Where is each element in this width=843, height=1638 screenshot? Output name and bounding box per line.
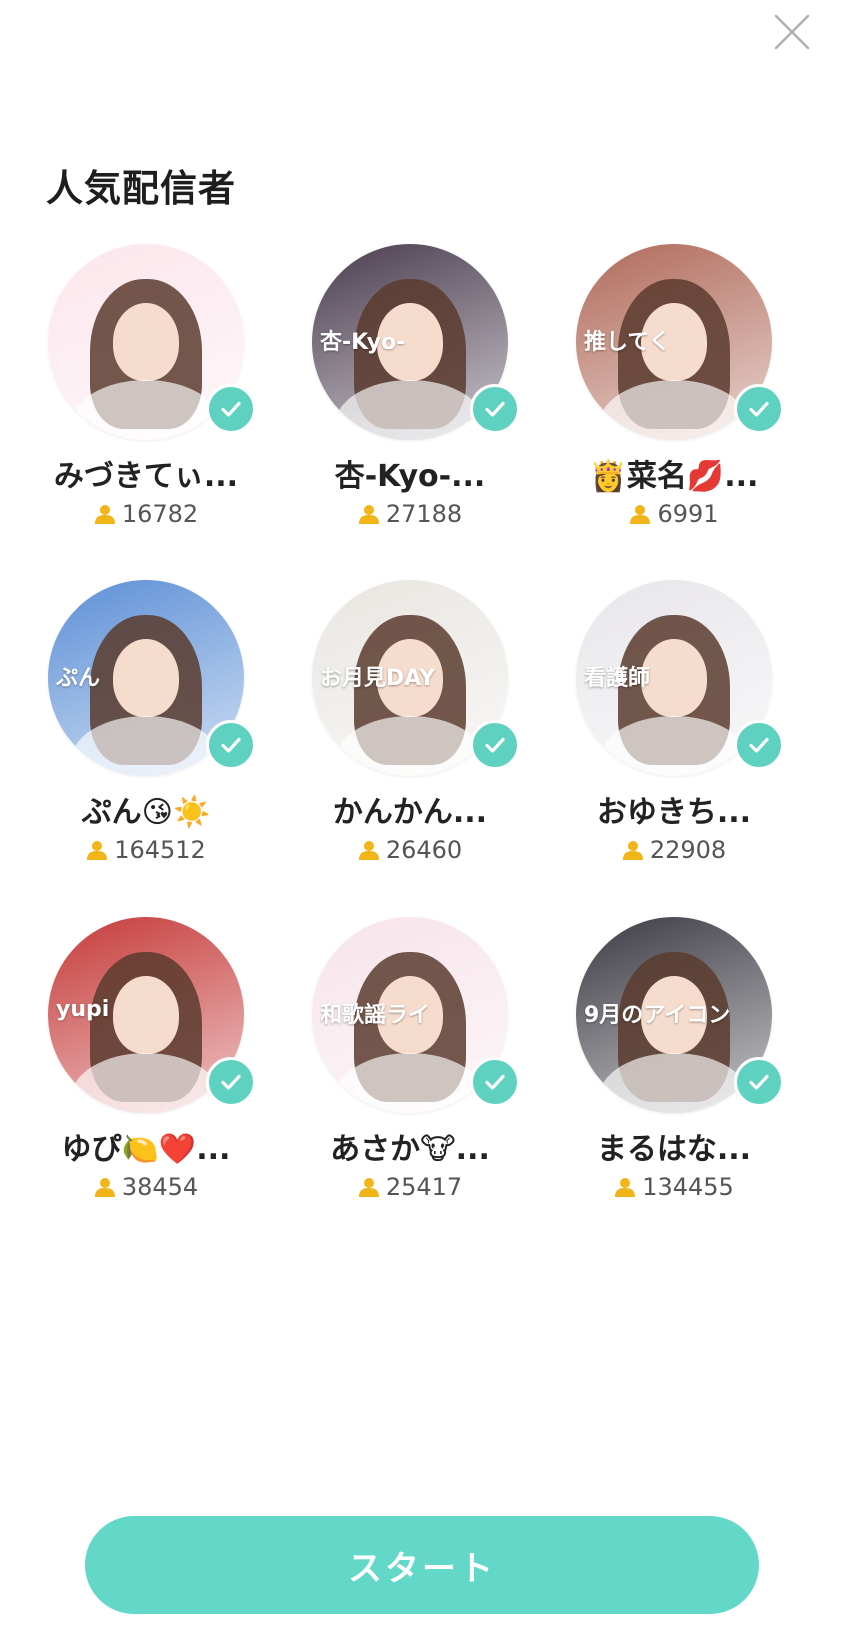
user-icon	[614, 1175, 636, 1197]
follower-count-value: 134455	[642, 1173, 734, 1201]
follower-count: 38454	[0, 1173, 292, 1201]
check-icon	[218, 1069, 244, 1095]
follower-count: 27188	[264, 500, 556, 528]
avatar-caption: 看護師	[584, 666, 651, 691]
close-button[interactable]	[770, 10, 814, 54]
avatar-caption: 推してく	[584, 330, 671, 355]
follower-count-value: 6991	[657, 500, 719, 528]
avatar-caption: ぷん	[56, 666, 101, 691]
start-button[interactable]: スタート	[85, 1516, 759, 1614]
follower-count: 6991	[528, 500, 820, 528]
streamer-name: まるはな...	[596, 1132, 752, 1167]
streamer-card[interactable]: 看護師おゆきち... 22908	[528, 580, 808, 880]
streamer-name: ぷん😘☀️	[81, 795, 211, 830]
avatar-caption: 9月のアイコン	[584, 1003, 731, 1028]
user-icon	[86, 838, 108, 860]
user-icon	[94, 1175, 116, 1197]
follower-count-value: 164512	[114, 836, 206, 864]
streamer-card[interactable]: みづきてぃ... 16782	[0, 244, 280, 544]
avatar-face-shape	[113, 302, 179, 381]
avatar-caption: お月見DAY	[320, 666, 436, 691]
page-title: 人気配信者	[46, 167, 236, 210]
selected-check-badge[interactable]	[206, 384, 256, 434]
check-icon	[482, 396, 508, 422]
check-icon	[482, 1069, 508, 1095]
streamer-name: あさか🐮...	[330, 1132, 490, 1167]
follower-count-value: 22908	[649, 836, 727, 864]
streamer-card[interactable]: ぷんぷん😘☀️ 164512	[0, 580, 280, 880]
selected-check-badge[interactable]	[470, 720, 520, 770]
user-icon	[94, 502, 116, 524]
selected-check-badge[interactable]	[206, 1057, 256, 1107]
follower-count-value: 25417	[385, 1173, 463, 1201]
follower-count: 134455	[528, 1173, 820, 1201]
check-icon	[218, 396, 244, 422]
avatar-caption: 和歌謡ライ	[320, 1003, 431, 1028]
follower-count-value: 38454	[121, 1173, 199, 1201]
streamer-card[interactable]: yupi ゆぴ🍋❤️... 38454	[0, 917, 280, 1217]
close-icon	[774, 14, 810, 50]
streamer-card[interactable]: 和歌謡ライあさか🐮... 25417	[264, 917, 544, 1217]
avatar-caption: 杏-Kyo-	[320, 330, 406, 355]
check-icon	[218, 732, 244, 758]
follower-count: 164512	[0, 836, 292, 864]
streamer-name: かんかん...	[332, 795, 488, 830]
selected-check-badge[interactable]	[734, 384, 784, 434]
check-icon	[746, 1069, 772, 1095]
streamer-name: ゆぴ🍋❤️...	[61, 1132, 231, 1167]
selected-check-badge[interactable]	[470, 1057, 520, 1107]
check-icon	[746, 732, 772, 758]
follower-count: 22908	[528, 836, 820, 864]
streamer-name: おゆきち...	[596, 795, 752, 830]
follower-count-value: 16782	[121, 500, 199, 528]
user-icon	[622, 838, 644, 860]
streamer-card[interactable]: 9月のアイコンまるはな... 134455	[528, 917, 808, 1217]
selected-check-badge[interactable]	[470, 384, 520, 434]
streamer-name: 杏-Kyo-...	[334, 459, 486, 494]
selected-check-badge[interactable]	[734, 1057, 784, 1107]
user-icon	[629, 502, 651, 524]
follower-count: 25417	[264, 1173, 556, 1201]
streamer-card[interactable]: 推してく 👸菜名💋... 6991	[528, 244, 808, 544]
user-icon	[358, 1175, 380, 1197]
follower-count-value: 27188	[385, 500, 463, 528]
streamer-name: みづきてぃ...	[53, 459, 239, 494]
user-icon	[358, 502, 380, 524]
selected-check-badge[interactable]	[734, 720, 784, 770]
selected-check-badge[interactable]	[206, 720, 256, 770]
streamer-card[interactable]: 杏-Kyo- 杏-Kyo-... 27188	[264, 244, 544, 544]
avatar-caption: yupi	[56, 997, 110, 1022]
follower-count: 16782	[0, 500, 292, 528]
streamer-card[interactable]: お月見DAY かんかん... 26460	[264, 580, 544, 880]
check-icon	[482, 732, 508, 758]
user-icon	[358, 838, 380, 860]
follower-count: 26460	[264, 836, 556, 864]
check-icon	[746, 396, 772, 422]
follower-count-value: 26460	[385, 836, 463, 864]
streamer-name: 👸菜名💋...	[589, 459, 759, 494]
